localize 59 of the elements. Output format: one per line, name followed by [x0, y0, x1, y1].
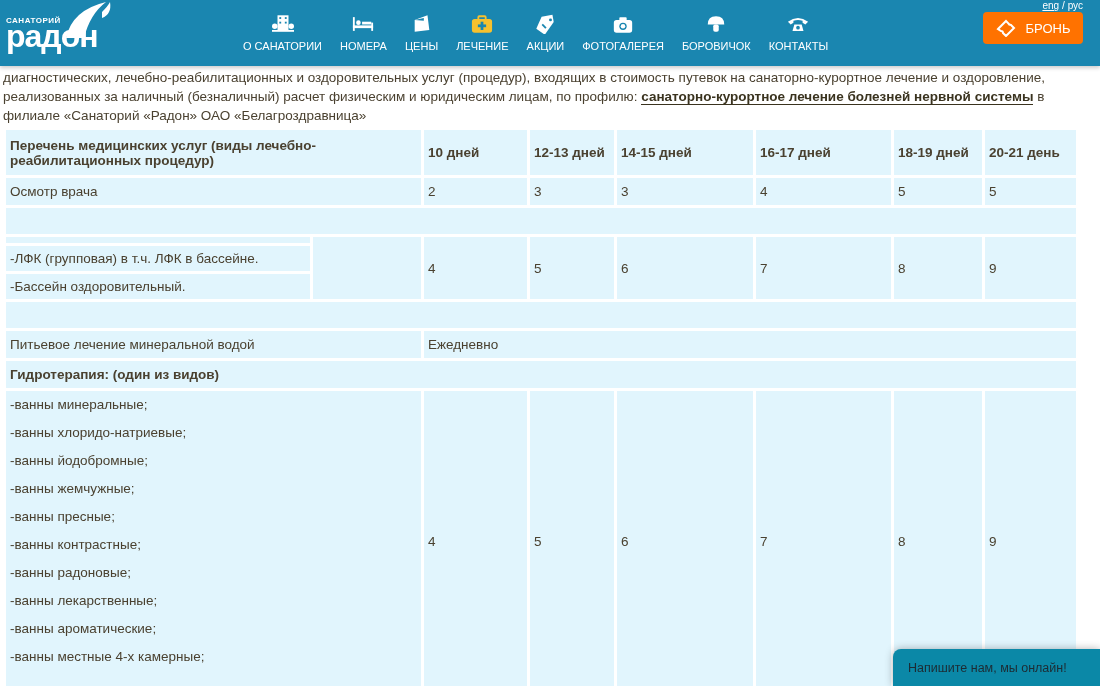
ticket-icon [995, 19, 1016, 37]
table-cell: 5 [530, 391, 614, 686]
table-cell: 4 [756, 178, 891, 205]
table-cell: 7 [756, 391, 891, 686]
table-cell-text: -ванны жемчужные; [10, 480, 135, 498]
table-cell-text: -ванны радоновые; [10, 564, 131, 582]
table-cell: Перечень медицинских услуг (виды лечебно-реабилитационных процедур) [6, 130, 421, 175]
table-cell-text: -ванны ароматические; [10, 620, 157, 638]
table-cell: 2 [424, 178, 527, 205]
table-cell: 6 [617, 237, 753, 299]
chat-widget[interactable]: Напишите нам, мы онлайн! [893, 649, 1100, 686]
table-cell: 3 [617, 178, 753, 205]
medkit-icon [471, 14, 494, 34]
nav-item[interactable]: О САНАТОРИИ [234, 14, 331, 52]
table-cell: Питьевое лечение минеральной водой [6, 331, 421, 358]
nav-item[interactable]: БОРОВИЧОК [672, 14, 760, 52]
nav-item[interactable]: НОМЕРА [331, 14, 396, 52]
nav-item[interactable]: ФОТОГАЛЕРЕЯ [573, 14, 673, 52]
table-cell: -Бассейн оздоровительный. [6, 274, 310, 299]
column-header: 14-15 дней [617, 130, 753, 175]
table-cell-text: -ванны контрастные; [10, 536, 141, 554]
table-cell: 5 [530, 237, 614, 299]
table-cell: 3 [530, 178, 614, 205]
table-cell: 5 [894, 178, 982, 205]
bed-icon [352, 14, 375, 34]
table-cell: 6 [617, 391, 753, 686]
nav-item[interactable]: КОНТАКТЫ [759, 14, 838, 52]
table-cell: 5 [985, 178, 1076, 205]
table-cell-text: -ванны пресные; [10, 508, 115, 526]
table-cell: 7 [756, 237, 891, 299]
nav-item[interactable]: ЦЕНЫ [395, 14, 448, 52]
language-link[interactable]: eng [1042, 0, 1060, 11]
table-cell-text: -ванны хлоридо-натриевые; [10, 424, 187, 442]
table-cell-text: -ванны йодобромные; [10, 452, 148, 470]
table-cell: -ЛФК (групповая) в т.ч. ЛФК в бассейне. [6, 246, 310, 271]
nav-item[interactable]: АКЦИИ [517, 14, 574, 52]
column-header: 16-17 дней [756, 130, 891, 175]
camera-icon [612, 14, 635, 34]
intro-text: диагностических, лечебно-реабилитационных и оздоровительных услуг (процедур), входящих в стоимость путевок на санаторно-курортное лечение и оздоровление, реализованных за наличный (безналичный) расчет физическим и юридическим лицам, по профилю: санаторно-курортное лечение болезней нервной системы в филиале «Санаторий «Радон» ОАО «Белагроздравница» [3, 69, 1046, 125]
profile-link[interactable]: санаторно-курортное лечение болезней нервной системы [641, 89, 1034, 105]
table-cell-text: -ванны минеральные; [10, 396, 148, 414]
table-cell: 4 [424, 237, 527, 299]
column-header: 20-21 день [985, 130, 1076, 175]
table-cell: Осмотр врача [6, 178, 421, 205]
language-link[interactable]: / рус [1062, 0, 1083, 11]
table-cell: 8 [894, 237, 982, 299]
building-icon [271, 14, 294, 34]
booking-button[interactable]: БРОНЬ [983, 12, 1083, 44]
table-cell: 9 [985, 237, 1076, 299]
table-cell: Ежедневно [424, 331, 1076, 358]
table-cell: 4 [424, 391, 527, 686]
table-cell-text: -ванны лекарственные; [10, 592, 158, 610]
tag-icon [534, 14, 557, 34]
table-cell: Гидротерапия: (один из видов) [6, 361, 1076, 388]
table-cell-text: -ванны местные 4-х камерные; [10, 648, 205, 666]
column-header: 18-19 дней [894, 130, 982, 175]
column-header: 12-13 дней [530, 130, 614, 175]
nav-item[interactable]: ЛЕЧЕНИЕ [447, 14, 518, 52]
column-header: 10 дней [424, 130, 527, 175]
